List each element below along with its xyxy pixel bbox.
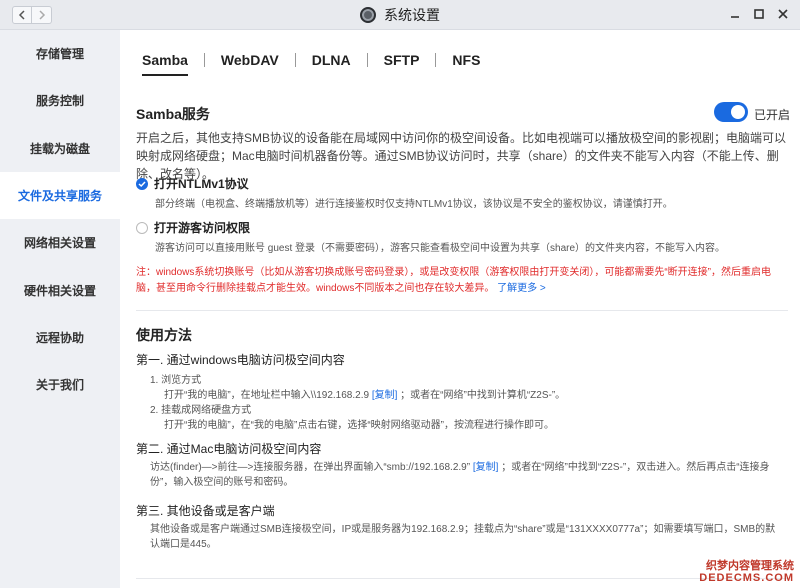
sidebar-item-label: 服务控制 bbox=[35, 94, 84, 109]
app-logo-icon bbox=[360, 7, 376, 23]
close-icon bbox=[778, 9, 788, 19]
sidebar-item-label: 硬件相关设置 bbox=[23, 283, 96, 298]
step1-line2-text: 打开“我的电脑”，在地址栏中输入\\192.168.2.9 bbox=[164, 390, 370, 401]
tab-divider bbox=[294, 53, 296, 67]
samba-toggle-label: 已开启 bbox=[754, 108, 791, 122]
sidebar-item-about[interactable]: 关于我们 bbox=[0, 361, 120, 408]
sidebar-item-mount-disk[interactable]: 挂载为磁盘 bbox=[0, 125, 120, 172]
tab-divider bbox=[203, 53, 205, 67]
sidebar-item-storage[interactable]: 存储管理 bbox=[0, 30, 120, 77]
step1-line4: 打开“我的电脑”，在“我的电脑”点击右键，选择“映射网络驱动器”，按流程进行操作… bbox=[164, 420, 554, 431]
watermark-line1: 织梦内容管理系统 bbox=[706, 560, 794, 572]
tab-samba[interactable]: Samba bbox=[136, 52, 194, 76]
step1-line2-rest: ；或者在“网络”中找到计算机“Z2S-”。 bbox=[400, 390, 566, 401]
sidebar-item-file-sharing[interactable]: 文件及共享服务 bbox=[0, 171, 120, 220]
step1-line2: 打开“我的电脑”，在地址栏中输入\\192.168.2.9 [复制] ；或者在“… bbox=[150, 388, 780, 403]
title-bar: 系统设置 bbox=[0, 0, 800, 30]
section-divider bbox=[136, 310, 788, 311]
sidebar-item-label: 远程协助 bbox=[35, 330, 84, 345]
maximize-button[interactable] bbox=[752, 6, 766, 22]
close-button[interactable] bbox=[776, 6, 790, 22]
guest-option-desc: 游客访问可以直接用账号 guest 登录（不需要密码），游客只能查看极空间中设置… bbox=[155, 243, 726, 254]
main-panel: Samba WebDAV DLNA SFTP NFS Samba服务 已开启 开… bbox=[120, 30, 800, 588]
tab-sftp[interactable]: SFTP bbox=[378, 52, 426, 68]
sidebar-item-label: 存储管理 bbox=[35, 47, 84, 62]
window-controls bbox=[728, 6, 790, 22]
warning-note: 注：windows系统切换账号（比如从游客切换成账号密码登录），或是改变权限（游… bbox=[136, 265, 784, 297]
samba-toggle[interactable] bbox=[714, 102, 748, 122]
sidebar-item-label: 网络相关设置 bbox=[23, 236, 96, 251]
learn-more-link[interactable]: 了解更多 > bbox=[497, 283, 546, 294]
tab-divider bbox=[366, 53, 368, 67]
sidebar-item-label: 关于我们 bbox=[35, 378, 84, 393]
copy-smb-link[interactable]: [复制] bbox=[473, 462, 499, 473]
tab-bar: Samba WebDAV DLNA SFTP NFS bbox=[136, 52, 486, 76]
usage-title: 使用方法 bbox=[136, 327, 192, 343]
ntlm-option[interactable]: 打开NTLMv1协议 bbox=[136, 175, 249, 192]
tab-webdav[interactable]: WebDAV bbox=[215, 52, 285, 68]
step1-line3: 2. 挂载成网络硬盘方式 bbox=[150, 405, 252, 416]
step1-title: 第一. 通过windows电脑访问极空间内容 bbox=[136, 353, 345, 367]
sidebar-item-remote-assist[interactable]: 远程协助 bbox=[0, 314, 120, 361]
checkbox-unchecked-icon[interactable] bbox=[136, 221, 148, 234]
watermark-line2: DEDECMS.COM bbox=[699, 572, 794, 584]
step2-body: 访达(finder)—>前往—>连接服务器，在弹出界面输入“smb://192.… bbox=[150, 460, 780, 490]
sidebar-item-label: 文件及共享服务 bbox=[17, 189, 102, 204]
ntlm-option-desc: 部分终端（电视盒、终端播放机等）进行连接鉴权时仅支持NTLMv1协议，该协议是不… bbox=[155, 199, 673, 210]
samba-section-title: Samba服务 bbox=[136, 106, 210, 122]
tab-dlna[interactable]: DLNA bbox=[306, 52, 357, 68]
tab-nfs[interactable]: NFS bbox=[446, 52, 486, 68]
window-title-text: 系统设置 bbox=[384, 7, 440, 23]
minimize-button[interactable] bbox=[728, 6, 742, 22]
ntlm-option-label: 打开NTLMv1协议 bbox=[154, 177, 249, 191]
guest-option[interactable]: 打开游客访问权限 bbox=[136, 219, 250, 236]
sidebar: 存储管理 服务控制 挂载为磁盘 文件及共享服务 网络相关设置 硬件相关设置 远程… bbox=[0, 30, 120, 588]
copy-address-link[interactable]: [复制] bbox=[372, 390, 398, 401]
step3-title: 第三. 其他设备或是客户端 bbox=[136, 504, 275, 518]
sidebar-item-services[interactable]: 服务控制 bbox=[0, 77, 120, 124]
step2-text: 访达(finder)—>前往—>连接服务器，在弹出界面输入“smb://192.… bbox=[150, 462, 471, 473]
sidebar-item-hardware[interactable]: 硬件相关设置 bbox=[0, 266, 120, 313]
minimize-icon bbox=[731, 16, 739, 18]
step3-body: 其他设备或是客户端通过SMB连接极空间，IP或是服务器为192.168.2.9；… bbox=[150, 524, 776, 550]
step2-title: 第二. 通过Mac电脑访问极空间内容 bbox=[136, 442, 322, 456]
step1-body: 1. 浏览方式 打开“我的电脑”，在地址栏中输入\\192.168.2.9 [复… bbox=[150, 373, 780, 433]
sidebar-item-label: 挂载为磁盘 bbox=[29, 141, 90, 156]
guest-option-label: 打开游客访问权限 bbox=[154, 221, 251, 235]
watermark: 织梦内容管理系统 DEDECMS.COM bbox=[699, 560, 794, 584]
maximize-icon bbox=[754, 9, 764, 19]
bottom-divider bbox=[136, 578, 788, 579]
checkbox-checked-icon[interactable] bbox=[136, 177, 148, 190]
window-title: 系统设置 bbox=[0, 0, 800, 30]
warning-text: 注：windows系统切换账号（比如从游客切换成账号密码登录），或是改变权限（游… bbox=[136, 267, 772, 294]
tab-divider bbox=[435, 53, 437, 67]
sidebar-item-network[interactable]: 网络相关设置 bbox=[0, 219, 120, 266]
step1-line1: 1. 浏览方式 bbox=[150, 375, 202, 386]
